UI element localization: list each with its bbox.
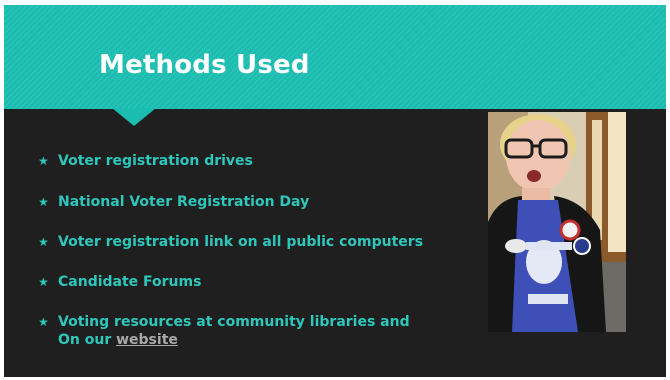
slide: Methods Used ★ Voter registration drives… bbox=[4, 5, 666, 377]
star-icon: ★ bbox=[38, 154, 49, 168]
person-photo bbox=[488, 112, 626, 332]
bullet-text-line2: On our website bbox=[58, 331, 410, 349]
banner-notch bbox=[112, 108, 156, 126]
star-icon: ★ bbox=[38, 195, 49, 209]
bullet-text-line1: Voting resources at community libraries … bbox=[58, 314, 410, 330]
bullet-item: ★ Candidate Forums bbox=[38, 273, 201, 291]
star-icon: ★ bbox=[38, 235, 49, 249]
bullet-text-prefix: On our bbox=[58, 332, 117, 348]
bullet-item: ★ Voter registration link on all public … bbox=[38, 233, 423, 251]
slide-title: Methods Used bbox=[99, 50, 310, 80]
website-link[interactable]: website bbox=[116, 332, 178, 348]
bullet-item: ★ Voting resources at community librarie… bbox=[38, 313, 410, 349]
star-icon: ★ bbox=[38, 275, 49, 289]
bullet-text: Voter registration link on all public co… bbox=[58, 234, 424, 250]
bullet-item: ★ Voter registration drives bbox=[38, 152, 253, 170]
bullet-text: National Voter Registration Day bbox=[58, 194, 310, 210]
bullet-item: ★ National Voter Registration Day bbox=[38, 193, 309, 211]
bullet-text: Candidate Forums bbox=[58, 274, 202, 290]
bullet-text: Voter registration drives bbox=[58, 153, 253, 169]
title-banner: Methods Used bbox=[4, 5, 666, 109]
star-icon: ★ bbox=[38, 315, 49, 329]
